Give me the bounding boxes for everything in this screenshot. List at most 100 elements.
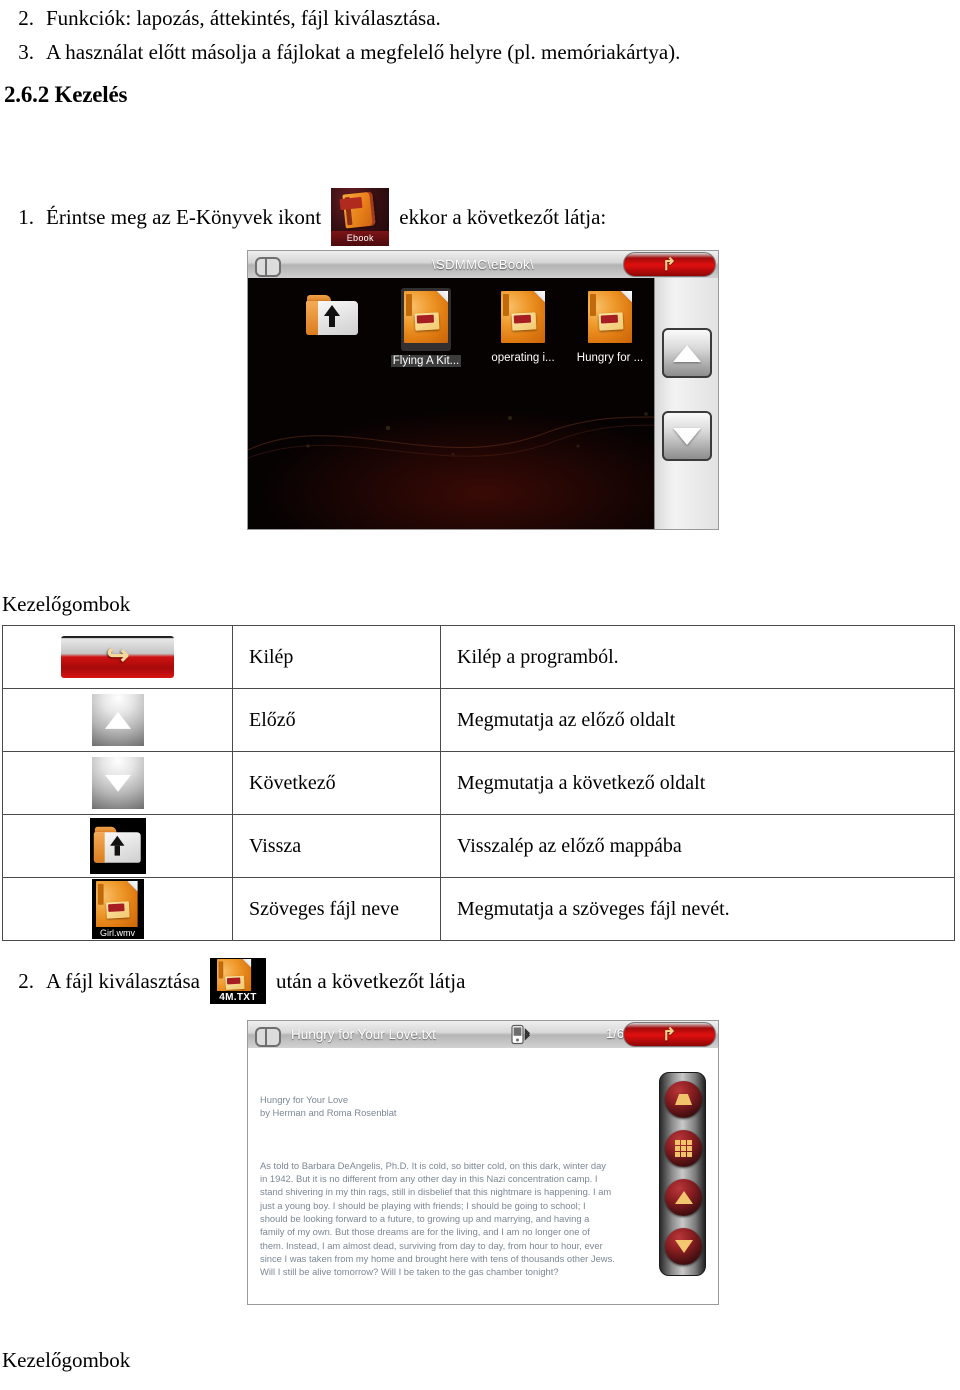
mini-book-shape — [511, 312, 537, 331]
list-item-text: A használat előtt másolja a fájlokat a m… — [46, 40, 681, 64]
list-item-number: 2. — [18, 6, 34, 30]
reader-button-pad — [659, 1072, 706, 1276]
table-cell-icon: ↩ — [2, 625, 233, 689]
text-file-sample-icon: 4M.TXT — [209, 958, 266, 1004]
file-item-label: Flying A Kit... — [390, 355, 462, 367]
table-cell-icon — [2, 688, 233, 752]
file-item-operating-instructions[interactable]: operating i... — [480, 288, 566, 364]
exit-button[interactable]: ↰ — [623, 1022, 716, 1047]
up-arrow-shape — [324, 305, 340, 327]
device-screenshot-file-browser: \SDMMC\eBook\ ↰ Flying A Kit... operatin… — [247, 250, 719, 530]
table-row: Girl.wmv Szöveges fájl neve Megmutatja a… — [2, 877, 955, 941]
table-cell-name: Kilép — [232, 625, 441, 689]
table-cell-icon: Girl.wmv — [2, 877, 233, 941]
reader-titlebar: Hungry for Your Love.txt 1/6 ↰ — [248, 1021, 718, 1048]
mini-book-shape — [414, 312, 440, 331]
exit-button[interactable]: ↰ — [623, 252, 716, 277]
step-1-text-before: Érintse meg az E-Könyvek ikont — [46, 204, 322, 229]
table-cell-name: Következő — [232, 751, 441, 815]
page-down-button-icon[interactable] — [91, 757, 144, 809]
list-item: 2. Funkciók: lapozás, áttekintés, fájl k… — [0, 4, 940, 32]
spine-shape — [590, 294, 596, 316]
control-buttons-table: ↩ Kilép Kilép a programból. Előző Megmut… — [2, 625, 955, 941]
step-2-text-after: után a következőt látja — [275, 968, 466, 993]
exit-button-icon[interactable]: ↩ — [61, 636, 174, 678]
table-row: Vissza Visszalép az előző mappába — [2, 814, 955, 878]
table-row: Következő Megmutatja a következő oldalt — [2, 751, 955, 815]
table-cell-name: Előző — [232, 688, 441, 752]
triangle-down-icon — [673, 427, 701, 445]
page-up-button[interactable] — [662, 328, 712, 378]
bluetooth-device-icon — [511, 1024, 531, 1045]
folder-up-button-icon[interactable] — [89, 818, 146, 874]
file-icon-label: 4M.TXT — [209, 991, 266, 1004]
reader-body: Hungry for Your Love by Herman and Roma … — [248, 1048, 718, 1304]
return-arrow-icon: ↰ — [662, 255, 677, 274]
table-cell-desc: Megmutatja a szöveges fájl nevét. — [440, 877, 955, 941]
thumb-wrapper — [302, 290, 364, 345]
spine-shape — [218, 961, 224, 979]
step-2: 2. A fájl kiválasztása 4M.TXT után a köv… — [0, 958, 940, 1004]
triangle-down-icon — [674, 1240, 693, 1253]
triangle-down-icon — [104, 774, 131, 792]
page-down-button[interactable] — [662, 411, 712, 461]
step-1: 1. Érintse meg az E-Könyvek ikont Ebook … — [0, 188, 940, 246]
ebook-file-icon — [501, 291, 545, 343]
mini-book-shape — [105, 901, 130, 919]
list-item: 3. A használat előtt másolja a fájlokat … — [0, 38, 940, 66]
triangle-up-icon — [104, 711, 131, 729]
page-indicator: 1/6 — [606, 1026, 625, 1041]
file-item-label: operating i... — [491, 352, 555, 364]
text-block: Hungry for Your Love by Herman and Roma … — [260, 1093, 397, 1118]
step-2-number: 2. — [18, 968, 34, 993]
return-arrow-icon: ↩ — [106, 640, 129, 671]
mini-book-shape — [225, 975, 245, 990]
page-up-button-icon[interactable] — [91, 694, 144, 746]
up-arrow-shape — [109, 835, 124, 856]
file-item-label: Hungry for ... — [576, 352, 644, 364]
table-cell-desc: Megmutatja az előző oldalt — [440, 688, 955, 752]
table-cell-icon — [2, 814, 233, 878]
ebook-file-icon — [404, 291, 448, 343]
controls-caption-bottom: Kezelőgombok — [2, 1348, 131, 1372]
list-item-number: 3. — [18, 40, 34, 64]
scroll-down-button[interactable] — [665, 1228, 702, 1265]
return-arrow-icon: ↰ — [662, 1025, 677, 1044]
grid-menu-icon — [675, 1140, 692, 1157]
spine-shape — [97, 883, 104, 905]
table-cell-desc: Visszalép az előző mappába — [440, 814, 955, 878]
thumb-wrapper — [498, 288, 548, 351]
file-browser-side-panel — [654, 278, 718, 529]
page-top-icon — [675, 1094, 692, 1105]
thumb-wrapper — [585, 288, 635, 351]
spine-shape — [503, 294, 509, 316]
table-cell-desc: Megmutatja a következő oldalt — [440, 751, 955, 815]
background-swirl-decoration — [248, 412, 718, 459]
file-item-hungry-for-your-love[interactable]: Hungry for ... — [567, 288, 653, 364]
grid-menu-button[interactable] — [665, 1130, 702, 1167]
table-cell-icon — [2, 751, 233, 815]
device-screenshot-text-reader: Hungry for Your Love.txt 1/6 ↰ Hungry fo… — [247, 1020, 719, 1305]
reader-text-content: Hungry for Your Love by Herman and Roma … — [260, 1066, 615, 1304]
file-list: Flying A Kit... operating i... Hungry fo… — [248, 286, 648, 376]
triangle-up-icon — [673, 344, 701, 362]
controls-caption-top: Kezelőgombok — [2, 592, 131, 616]
table-cell-name: Szöveges fájl neve — [232, 877, 441, 941]
intro-list: 2. Funkciók: lapozás, áttekintés, fájl k… — [0, 4, 940, 66]
mini-book-shape — [598, 312, 624, 331]
table-cell-desc: Kilép a programból. — [440, 625, 955, 689]
spine-shape — [406, 294, 412, 316]
file-item-flying-a-kite[interactable]: Flying A Kit... — [383, 288, 469, 369]
ebook-file-icon — [588, 291, 632, 343]
file-browser-titlebar: \SDMMC\eBook\ ↰ — [248, 251, 718, 278]
page-top-button[interactable] — [665, 1081, 702, 1118]
ebook-icon-caption: Ebook — [331, 231, 390, 246]
text-file-icon[interactable]: Girl.wmv — [91, 879, 144, 939]
step-1-number: 1. — [18, 204, 34, 229]
scroll-up-button[interactable] — [665, 1179, 702, 1216]
table-cell-name: Vissza — [232, 814, 441, 878]
ebook-app-icon: Ebook — [331, 188, 390, 246]
section-heading: 2.6.2 Kezelés — [4, 82, 128, 107]
file-item-parent-folder[interactable] — [290, 290, 376, 346]
step-2-text-before: A fájl kiválasztása — [46, 968, 200, 993]
